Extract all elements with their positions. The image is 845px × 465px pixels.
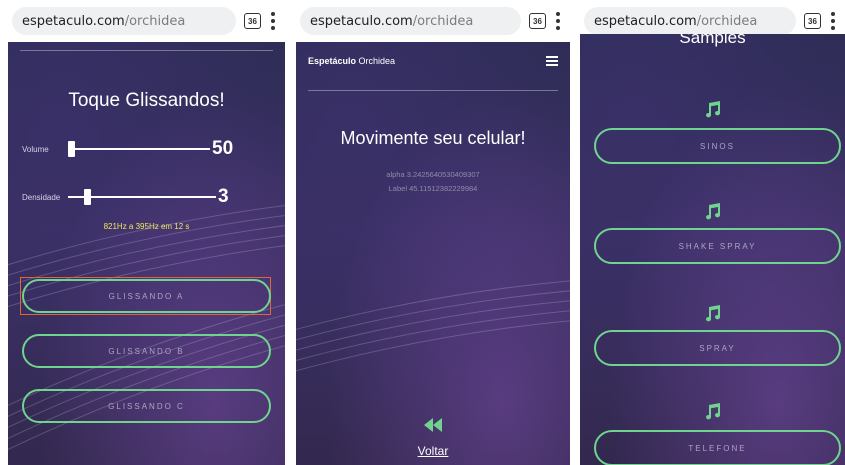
url-bar[interactable]: espetaculo.com/orchidea [12,7,236,35]
label-readout: Label 45.11512382229984 [388,184,478,193]
alpha-readout: alpha 3.2425640530409307 [386,170,480,179]
density-label: Densidade [22,192,61,202]
phone-samples: espetaculo.com/orchidea 36 Samples SINOS… [580,0,845,465]
sample-button-sinos[interactable]: SINOS [594,128,841,164]
brand-logo[interactable]: Espetáculo Orchidea [308,56,395,66]
volume-slider-thumb[interactable] [68,141,75,157]
phone-sensor: espetaculo.com/orchidea 36 Espetáculo Or… [296,0,570,465]
page-title: Samples [679,34,746,47]
back-link[interactable]: Voltar [296,444,570,458]
samples-screen: Samples SINOS SHAKE SPRAY SPRAY TELEFONE [580,34,845,465]
tab-count: 36 [248,16,257,26]
glissandos-screen: Toque Glissandos! Volume 50 Densidade 3 … [8,42,285,465]
rewind-icon[interactable] [424,418,442,432]
tab-count: 36 [808,16,817,26]
density-slider[interactable] [68,189,216,205]
frequency-range-text: 821Hz a 395Hz em 12 s [103,222,190,231]
browser-toolbar: espetaculo.com/orchidea 36 [296,0,570,42]
music-note-icon [706,203,721,220]
phone-glissandos: espetaculo.com/orchidea 36 Toque Glissan… [8,0,285,465]
tab-switcher-icon[interactable]: 36 [804,13,821,29]
volume-label: Volume [22,144,49,154]
url-bar[interactable]: espetaculo.com/orchidea [300,7,521,35]
tab-switcher-icon[interactable]: 36 [244,13,261,29]
url-bar[interactable]: espetaculo.com/orchidea [584,7,796,35]
url-path: /orchidea [124,13,186,29]
glissando-a-button[interactable]: GLISSANDO A [22,279,271,313]
tab-count: 36 [533,16,542,26]
volume-slider[interactable] [68,141,210,157]
divider [308,90,558,91]
volume-slider-row: Volume 50 [22,138,269,160]
glissando-c-button[interactable]: GLISSANDO C [22,389,271,423]
tab-switcher-icon[interactable]: 36 [529,13,546,29]
music-note-icon [706,305,721,322]
more-menu-icon[interactable] [271,12,275,30]
hamburger-menu-icon[interactable] [546,56,558,66]
url-domain: espetaculo.com [310,13,413,29]
more-menu-icon[interactable] [556,12,560,30]
density-slider-row: Densidade 3 [22,186,269,208]
brand-rest: Orchidea [356,56,396,66]
staff-decoration [296,260,570,384]
music-note-icon [706,101,721,118]
url-path: /orchidea [412,13,474,29]
volume-value: 50 [212,138,234,159]
density-slider-thumb[interactable] [84,189,91,205]
url-path: /orchidea [696,13,758,29]
sensor-screen: Espetáculo Orchidea Movimente seu celula… [296,42,570,465]
navbar: Espetáculo Orchidea [308,56,558,66]
sample-button-shake-spray[interactable]: SHAKE SPRAY [594,228,841,264]
divider [20,50,273,51]
density-value: 3 [218,186,229,207]
page-title: Movimente seu celular! [340,128,526,148]
music-note-icon [706,403,721,420]
brand-bold: Espetáculo [308,56,357,66]
url-domain: espetaculo.com [22,13,125,29]
sample-button-spray[interactable]: SPRAY [594,330,841,366]
sample-button-telefone[interactable]: TELEFONE [594,430,841,465]
more-menu-icon[interactable] [831,12,835,30]
url-domain: espetaculo.com [594,13,697,29]
glissando-b-button[interactable]: GLISSANDO B [22,334,271,368]
browser-toolbar: espetaculo.com/orchidea 36 [8,0,285,42]
page-title: Toque Glissandos! [68,90,225,111]
